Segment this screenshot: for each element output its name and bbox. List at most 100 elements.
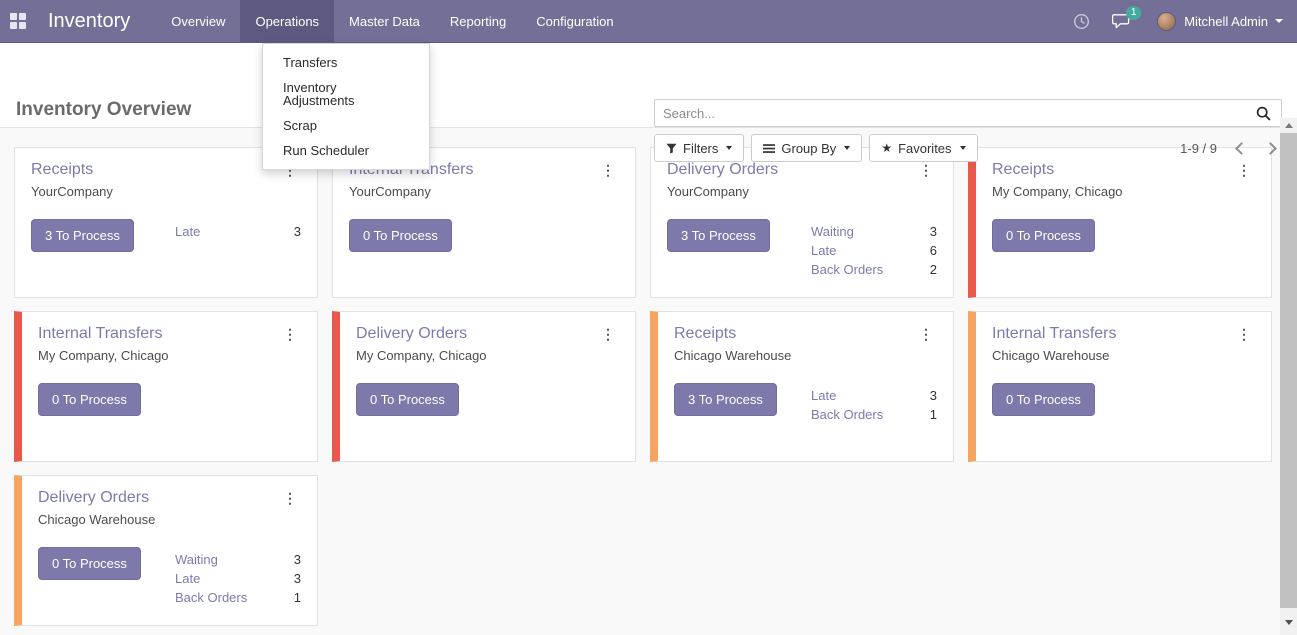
apps-menu-button[interactable] xyxy=(0,0,34,42)
warehouse-name: My Company, Chicago xyxy=(992,184,1255,199)
warehouse-name: My Company, Chicago xyxy=(356,348,619,363)
menu-item-transfers[interactable]: Transfers xyxy=(263,50,429,75)
to-process-button[interactable]: 3 To Process xyxy=(674,383,777,416)
kanban-card[interactable]: Delivery Orders ⋮ Chicago Warehouse 0 To… xyxy=(14,475,318,626)
messages-icon[interactable]: 1 xyxy=(1112,13,1131,30)
kanban-card[interactable]: Receipts ⋮ My Company, Chicago 0 To Proc… xyxy=(968,147,1272,298)
stat-row: Waiting 3 xyxy=(811,222,937,241)
scrollbar-thumb[interactable] xyxy=(1280,133,1297,608)
stat-row: Back Orders1 xyxy=(811,405,937,424)
page-title: Inventory Overview xyxy=(16,99,191,121)
search-box xyxy=(654,99,1282,127)
filter-funnel-icon xyxy=(666,143,677,154)
pager-next-icon[interactable] xyxy=(1264,142,1277,155)
kanban-card[interactable]: Internal Transfers ⋮ Chicago Warehouse 0… xyxy=(968,311,1272,462)
picking-type-title[interactable]: Delivery Orders xyxy=(38,489,149,507)
kebab-menu-icon[interactable]: ⋮ xyxy=(279,325,301,343)
kanban-card[interactable]: Delivery Orders ⋮ My Company, Chicago 0 … xyxy=(332,311,636,462)
kebab-menu-icon[interactable]: ⋮ xyxy=(1233,161,1255,179)
kebab-menu-icon[interactable]: ⋮ xyxy=(279,489,301,507)
scroll-up-icon[interactable] xyxy=(1280,118,1297,133)
warehouse-name: My Company, Chicago xyxy=(38,348,301,363)
stat-label[interactable]: Back Orders xyxy=(811,260,883,279)
menu-item-inventory-adjustments[interactable]: Inventory Adjustments xyxy=(263,75,429,113)
stat-label[interactable]: Back Orders xyxy=(811,405,883,424)
stat-label[interactable]: Late xyxy=(811,241,836,260)
card-stats: Waiting 3 Late 3 Back Orders 1 xyxy=(175,550,301,607)
warehouse-name: YourCompany xyxy=(667,184,937,199)
menu-item-scrap[interactable]: Scrap xyxy=(263,113,429,138)
nav-item-master-data[interactable]: Master Data xyxy=(334,0,435,42)
vertical-scrollbar[interactable] xyxy=(1280,118,1297,635)
picking-type-title[interactable]: Receipts xyxy=(992,161,1054,179)
stat-row: Back Orders 1 xyxy=(175,588,301,607)
pager-previous-icon[interactable] xyxy=(1235,142,1248,155)
star-icon: ★ xyxy=(881,142,892,154)
stat-label[interactable]: Late xyxy=(175,569,200,588)
app-brand[interactable]: Inventory xyxy=(34,0,156,42)
chevron-down-icon xyxy=(960,146,966,150)
search-input[interactable] xyxy=(655,106,1251,121)
warehouse-name: YourCompany xyxy=(349,184,619,199)
to-process-button[interactable]: 0 To Process xyxy=(349,219,452,252)
kanban-grid: Receipts ⋮ YourCompany 3 To Process Late… xyxy=(0,128,1280,626)
pager: 1-9 / 9 xyxy=(1180,134,1275,162)
stat-value: 6 xyxy=(930,241,937,260)
stat-label[interactable]: Waiting xyxy=(811,222,854,241)
activities-clock-icon[interactable] xyxy=(1073,13,1090,30)
group-by-button[interactable]: Group By xyxy=(751,134,862,162)
nav-item-operations[interactable]: Operations xyxy=(240,0,334,42)
to-process-button[interactable]: 0 To Process xyxy=(992,219,1095,252)
nav-item-configuration[interactable]: Configuration xyxy=(521,0,628,42)
kebab-menu-icon[interactable]: ⋮ xyxy=(597,161,619,179)
nav-item-overview[interactable]: Overview xyxy=(156,0,240,42)
card-stats: Late3 xyxy=(175,222,301,241)
kebab-menu-icon[interactable]: ⋮ xyxy=(597,325,619,343)
search-icon[interactable] xyxy=(1251,105,1281,122)
warehouse-name: Chicago Warehouse xyxy=(992,348,1255,363)
kebab-menu-icon[interactable]: ⋮ xyxy=(1233,325,1255,343)
to-process-button[interactable]: 0 To Process xyxy=(356,383,459,416)
user-menu[interactable]: Mitchell Admin xyxy=(1157,12,1283,31)
warehouse-name: YourCompany xyxy=(31,184,301,199)
stat-label[interactable]: Late xyxy=(811,386,836,405)
kanban-card[interactable]: Internal Transfers ⋮ My Company, Chicago… xyxy=(14,311,318,462)
card-stats: Late3Back Orders1 xyxy=(811,386,937,424)
scroll-down-icon[interactable] xyxy=(1280,615,1297,630)
picking-type-title[interactable]: Internal Transfers xyxy=(992,325,1117,343)
filters-button[interactable]: Filters xyxy=(654,134,744,162)
top-navbar: Inventory OverviewOperationsMaster DataR… xyxy=(0,0,1297,43)
chevron-down-icon xyxy=(1275,19,1283,23)
to-process-button[interactable]: 0 To Process xyxy=(38,547,141,580)
to-process-button[interactable]: 0 To Process xyxy=(992,383,1095,416)
nav-item-reporting[interactable]: Reporting xyxy=(435,0,521,42)
stat-value: 3 xyxy=(930,222,937,241)
kebab-menu-icon[interactable]: ⋮ xyxy=(915,325,937,343)
to-process-button[interactable]: 3 To Process xyxy=(31,219,134,252)
stat-value: 3 xyxy=(294,569,301,588)
picking-type-title[interactable]: Receipts xyxy=(31,161,93,179)
kanban-card[interactable]: Delivery Orders ⋮ YourCompany 3 To Proce… xyxy=(650,147,954,298)
systray: 1 Mitchell Admin xyxy=(1051,0,1297,42)
to-process-button[interactable]: 3 To Process xyxy=(667,219,770,252)
message-count-badge: 1 xyxy=(1126,6,1141,20)
stat-label[interactable]: Waiting xyxy=(175,550,218,569)
picking-type-title[interactable]: Internal Transfers xyxy=(38,325,163,343)
stat-row: Late3 xyxy=(811,386,937,405)
stat-value: 1 xyxy=(294,588,301,607)
pager-range: 1-9 / 9 xyxy=(1180,141,1217,156)
favorites-button[interactable]: ★ Favorites xyxy=(869,134,977,162)
stat-value: 3 xyxy=(294,550,301,569)
kebab-menu-icon[interactable]: ⋮ xyxy=(915,161,937,179)
picking-type-title[interactable]: Receipts xyxy=(674,325,736,343)
kanban-card[interactable]: Receipts ⋮ Chicago Warehouse 3 To Proces… xyxy=(650,311,954,462)
user-avatar xyxy=(1157,12,1176,31)
stat-label[interactable]: Late xyxy=(175,222,200,241)
to-process-button[interactable]: 0 To Process xyxy=(38,383,141,416)
picking-type-title[interactable]: Delivery Orders xyxy=(356,325,467,343)
picking-type-title[interactable]: Delivery Orders xyxy=(667,161,778,179)
group-by-bars-icon xyxy=(763,143,775,154)
menu-item-run-scheduler[interactable]: Run Scheduler xyxy=(263,138,429,163)
stat-value: 2 xyxy=(930,260,937,279)
stat-label[interactable]: Back Orders xyxy=(175,588,247,607)
